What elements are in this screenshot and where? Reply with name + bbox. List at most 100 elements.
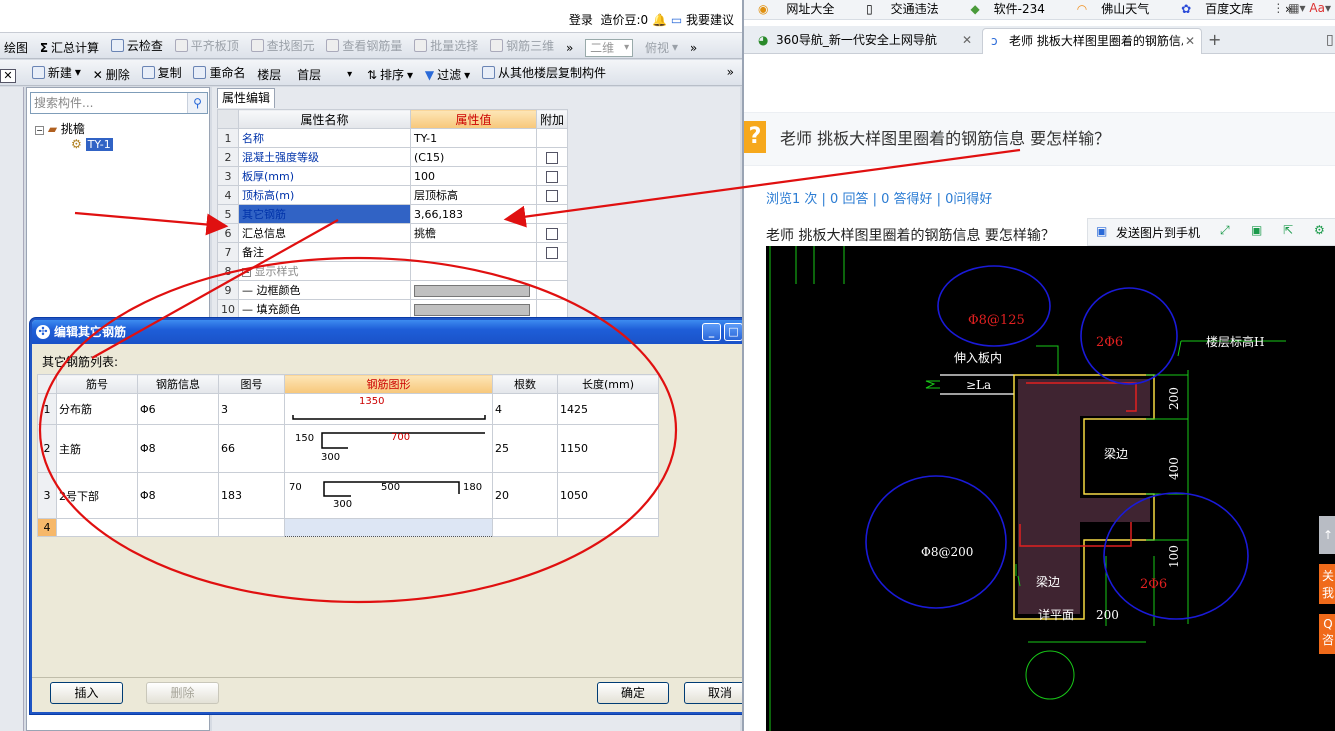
summary-calc-button[interactable]: Σ 汇总计算 bbox=[36, 36, 103, 59]
length-cell[interactable] bbox=[557, 518, 659, 537]
send-to-phone-button[interactable]: 发送图片到手机 bbox=[1116, 224, 1200, 241]
bar-shape-cell[interactable]: 1350 bbox=[284, 393, 493, 425]
count-cell[interactable]: 4 bbox=[492, 393, 558, 425]
align-top-button[interactable]: 平齐板顶 bbox=[171, 33, 243, 57]
property-value[interactable]: 100 bbox=[410, 166, 537, 186]
bookmark-item[interactable]: ✿ 百度文库 bbox=[1181, 0, 1267, 19]
extra-checkbox[interactable] bbox=[546, 189, 558, 202]
copy-button[interactable]: 复制 bbox=[138, 60, 186, 84]
question-stats[interactable]: 浏览1 次 | 0 回答 | 0 答得好 | 0问得好 bbox=[766, 188, 992, 207]
table-row[interactable]: 3 2号下部 Φ8 183 70 500 180 300 20 1050 bbox=[37, 472, 659, 519]
rename-button[interactable]: 重命名 bbox=[189, 60, 249, 84]
copy-from-floor-button[interactable]: 从其他楼层复制构件 bbox=[478, 60, 610, 84]
bookmark-item[interactable]: ◉ 网址大全 bbox=[758, 0, 848, 19]
back-to-top-button[interactable]: ↑ bbox=[1319, 516, 1335, 554]
table-row-selected[interactable]: 5 其它钢筋 3,66,183 bbox=[217, 204, 569, 224]
bar-no-cell[interactable]: 分布筋 bbox=[56, 393, 138, 425]
filter-button[interactable]: ▼ 过滤 ▾ bbox=[421, 63, 474, 86]
save-icon[interactable]: ▣ bbox=[1251, 223, 1262, 237]
toolbar-more-2[interactable]: » bbox=[686, 36, 701, 59]
extra-checkbox[interactable] bbox=[546, 151, 558, 164]
toolbar2-more[interactable]: » bbox=[723, 60, 738, 84]
table-row[interactable]: 7 备注 bbox=[217, 242, 569, 262]
cad-detail-image[interactable]: Φ8@125 2Φ6 2Φ6 伸入板内 ≥La 楼层标高H 梁边 Φ8@200 … bbox=[766, 246, 1335, 731]
bookmark-item[interactable]: ▯ 交通违法 bbox=[866, 0, 952, 19]
tree-root[interactable]: − ▰ 挑檐 bbox=[35, 120, 85, 137]
tab-property-edit[interactable]: 属性编辑 bbox=[217, 88, 275, 108]
table-row[interactable]: 10— 填充颜色 bbox=[217, 299, 569, 319]
collapse-icon[interactable]: − bbox=[35, 126, 44, 135]
tab-close-icon[interactable]: ✕ bbox=[962, 28, 972, 52]
search-icon[interactable]: ⚲ bbox=[187, 93, 207, 113]
follow-button[interactable]: 关 我 bbox=[1319, 564, 1335, 604]
collapse-icon[interactable]: − bbox=[242, 268, 251, 277]
property-value[interactable]: (C15) bbox=[410, 147, 537, 167]
floor-select[interactable]: 首层 bbox=[289, 64, 359, 86]
tree-item-ty1[interactable]: ⚙ TY-1 bbox=[71, 137, 113, 151]
bar-shape-cell[interactable]: 70 500 180 300 bbox=[284, 472, 493, 519]
batch-select-button[interactable]: 批量选择 bbox=[410, 33, 482, 57]
dialog-title-bar[interactable]: ✣ 编辑其它钢筋 _ □ ✕ bbox=[32, 320, 769, 344]
view-rebar-button[interactable]: 查看钢筋量 bbox=[322, 33, 406, 57]
property-value[interactable]: TY-1 bbox=[410, 128, 537, 148]
table-row[interactable]: 2 混凝土强度等级 (C15) bbox=[217, 147, 569, 167]
table-row[interactable]: 1 分布筋 Φ6 3 1350 4 1425 bbox=[37, 393, 659, 425]
table-row[interactable]: 4 bbox=[37, 518, 659, 537]
figure-no-cell[interactable]: 66 bbox=[218, 424, 285, 473]
figure-no-cell[interactable]: 3 bbox=[218, 393, 285, 425]
length-cell[interactable]: 1050 bbox=[557, 472, 659, 519]
table-row[interactable]: 6 汇总信息 挑檐 bbox=[217, 223, 569, 243]
bar-shape-cell[interactable] bbox=[284, 518, 493, 537]
figure-no-cell[interactable] bbox=[218, 518, 285, 537]
figure-no-cell[interactable]: 183 bbox=[218, 472, 285, 519]
delete-row-button[interactable]: 删除 bbox=[146, 682, 219, 704]
extra-checkbox[interactable] bbox=[546, 246, 558, 259]
share-icon[interactable]: ⇱ bbox=[1283, 223, 1293, 237]
new-tab-icon[interactable]: + bbox=[1208, 30, 1221, 49]
length-cell[interactable]: 1425 bbox=[557, 393, 659, 425]
bell-icon[interactable]: 🔔 bbox=[652, 13, 667, 27]
bar-info-cell[interactable]: Φ8 bbox=[137, 424, 219, 473]
extra-checkbox[interactable] bbox=[546, 227, 558, 240]
login-link[interactable]: 登录 bbox=[569, 13, 593, 27]
fullscreen-icon[interactable]: ⤢ bbox=[1220, 223, 1230, 238]
extra-checkbox[interactable] bbox=[546, 170, 558, 183]
table-row[interactable]: 9— 边框颜色 bbox=[217, 280, 569, 300]
count-cell[interactable] bbox=[492, 518, 558, 537]
count-cell[interactable]: 25 bbox=[492, 424, 558, 473]
browser-tab-question[interactable]: ↄ 老师 挑板大样图里圈着的钢筋信息 ✕ bbox=[982, 28, 1202, 54]
settings-icon[interactable]: ⚙ bbox=[1314, 223, 1325, 237]
bar-no-cell[interactable] bbox=[56, 518, 138, 537]
sort-button[interactable]: ⇅ 排序 ▾ bbox=[363, 63, 417, 86]
property-value[interactable]: 挑檐 bbox=[410, 223, 537, 243]
table-row[interactable]: 2 主筋 Φ8 66 150 700 300 25 1150 bbox=[37, 424, 659, 473]
length-cell[interactable]: 1150 bbox=[557, 424, 659, 473]
tab-list-icon[interactable]: ▯ bbox=[1326, 32, 1334, 48]
find-element-button[interactable]: 查找图元 bbox=[247, 33, 319, 57]
search-input[interactable]: 搜索构件... bbox=[30, 92, 208, 114]
toolbar-more[interactable]: » bbox=[562, 36, 577, 59]
count-cell[interactable]: 20 bbox=[492, 472, 558, 519]
table-row[interactable]: 4 顶标高(m) 层顶标高 bbox=[217, 185, 569, 205]
bookmark-item[interactable]: ◠ 佛山天气 bbox=[1077, 0, 1164, 19]
table-row[interactable]: 3 板厚(mm) 100 bbox=[217, 166, 569, 186]
bar-info-cell[interactable]: Φ8 bbox=[137, 472, 219, 519]
ok-button[interactable]: 确定 bbox=[597, 682, 669, 704]
bar-info-cell[interactable]: Φ6 bbox=[137, 393, 219, 425]
property-value[interactable]: 3,66,183 bbox=[410, 204, 537, 224]
new-button[interactable]: 新建 ▾ bbox=[28, 60, 85, 84]
delete-button[interactable]: ✕ 删除 bbox=[89, 63, 134, 86]
view-2d-select[interactable]: 二维 bbox=[581, 36, 637, 59]
tab-close-icon[interactable]: ✕ bbox=[1182, 29, 1195, 53]
bar-no-cell[interactable]: 2号下部 bbox=[56, 472, 138, 519]
cloud-check-button[interactable]: 云检查 bbox=[107, 33, 167, 57]
suggest-link[interactable]: 我要建议 bbox=[686, 13, 734, 27]
rebar-3d-button[interactable]: 钢筋三维 bbox=[486, 33, 558, 57]
bar-shape-cell[interactable]: 150 700 300 bbox=[284, 424, 493, 473]
browser-menu-icons[interactable]: ⋮ ▦▾ Aa▾ bbox=[1272, 1, 1331, 15]
insert-button[interactable]: 插入 bbox=[50, 682, 123, 704]
table-row[interactable]: 1 名称 TY-1 bbox=[217, 128, 569, 148]
close-panel-icon[interactable]: ✕ bbox=[0, 64, 24, 86]
browser-tab-360[interactable]: ◕ 360导航_新一代安全上网导航 ✕ bbox=[750, 28, 978, 54]
fill-color-swatch[interactable] bbox=[414, 303, 530, 316]
